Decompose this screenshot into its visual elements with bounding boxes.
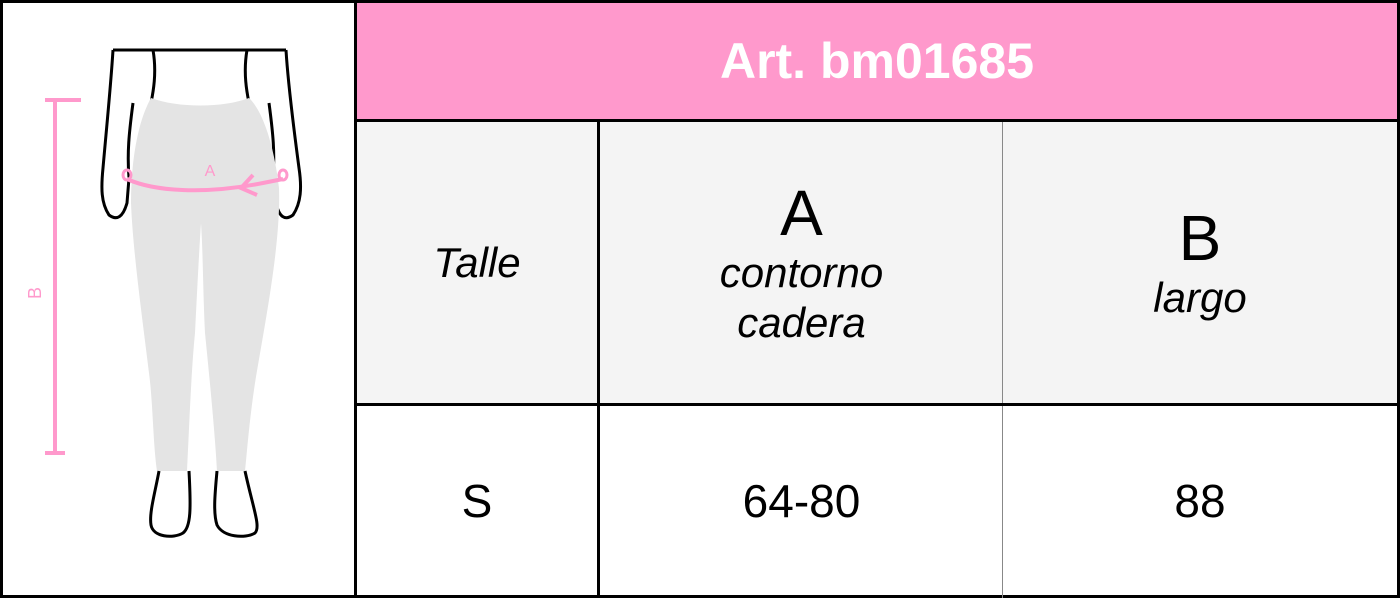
- column-letter-a: A: [780, 177, 823, 249]
- header-cell-size: Talle: [357, 122, 597, 404]
- header-cell-hip: A contorno cadera: [600, 122, 1003, 404]
- table-row-length: 88: [1003, 406, 1397, 595]
- right-foot: [213, 470, 259, 538]
- label-a: A: [205, 163, 216, 180]
- cell-length-value: 88: [1174, 474, 1226, 527]
- column-label-size: Talle: [433, 239, 521, 286]
- label-b: B: [25, 287, 45, 299]
- grid-divider: [597, 122, 600, 598]
- cell-hip-value: 64-80: [742, 474, 861, 527]
- cell-size-value: S: [461, 474, 493, 527]
- leggings-shape: [131, 98, 280, 471]
- article-title: Art. bm01685: [719, 33, 1035, 89]
- grid-divider: [357, 403, 1400, 406]
- grid-divider: [1002, 122, 1003, 598]
- left-foot: [149, 470, 192, 538]
- column-label-length: largo: [1153, 274, 1247, 321]
- table-row-hip: 64-80: [600, 406, 1003, 595]
- article-title-bar: Art. bm01685: [357, 0, 1400, 122]
- leggings-illustration: A B: [25, 48, 303, 538]
- size-table: Art. bm01685 Talle A contorno cadera B l…: [357, 0, 1400, 598]
- column-label-hip: contorno cadera: [719, 249, 884, 346]
- header-cell-length: B largo: [1003, 122, 1397, 404]
- column-letter-b: B: [1178, 202, 1222, 274]
- measurement-figure-panel: A B: [0, 0, 357, 598]
- table-row-size: S: [357, 406, 597, 595]
